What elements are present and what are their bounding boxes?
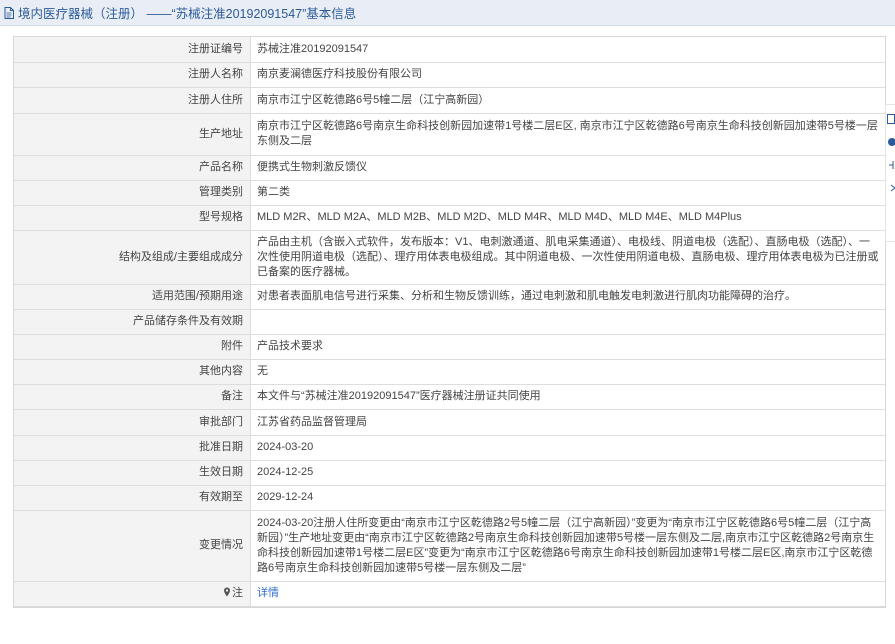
field-value: 南京麦澜德医疗科技股份有限公司: [250, 61, 885, 88]
field-value: 2024-12-25: [250, 459, 885, 486]
side-toolbar: [885, 104, 895, 242]
document-icon[interactable]: [887, 114, 895, 124]
table-row: 注册证编号 苏械注准20192091547: [14, 37, 885, 63]
field-value: 对患者表面肌电信号进行采集、分析和生物反馈训练，通过电刺激和肌电触发电刺激进行肌…: [250, 283, 885, 310]
table-row: 生效日期 2024-12-25: [14, 459, 885, 486]
table-row: 变更情况 2024-03-20注册人住所变更由“南京市江宁区乾德路2号5幢二层（江…: [14, 509, 885, 582]
field-label: 生产地址: [14, 112, 251, 156]
field-label: 适用范围/预期用途: [14, 283, 251, 310]
field-label: 审批部门: [14, 408, 251, 436]
page-title: 境内医疗器械（注册） ——“苏械注准20192091547”基本信息: [18, 7, 357, 21]
field-value: 南京市江宁区乾德路6号南京生命科技创新园加速带1号楼二层E区, 南京市江宁区乾德…: [250, 112, 885, 156]
field-label: 结构及组成/主要组成成分: [14, 229, 251, 285]
table-row: 型号规格 MLD M2R、MLD M2A、MLD M2B、MLD M2D、MLD …: [14, 204, 885, 231]
field-label: 产品储存条件及有效期: [14, 308, 251, 335]
field-value: 便携式生物刺激反馈仪: [250, 154, 885, 181]
field-label: 产品名称: [14, 154, 251, 181]
field-value: 产品由主机（含嵌入式软件，发布版本：V1、电刺激通道、肌电采集通道）、电极线、阴…: [250, 229, 885, 285]
note-value-cell: 详情: [250, 580, 885, 607]
field-label: 变更情况: [14, 509, 251, 582]
field-value: 无: [250, 358, 885, 385]
table-row-note: 注 详情: [14, 580, 885, 607]
table-row: 管理类别 第二类: [14, 179, 885, 206]
field-value: 江苏省药品监督管理局: [250, 408, 885, 436]
table-row: 审批部门 江苏省药品监督管理局: [14, 408, 885, 436]
field-label: 附件: [14, 333, 251, 360]
field-value: 南京市江宁区乾德路6号5幢二层（江宁高新园）: [250, 86, 885, 114]
field-label: 其他内容: [14, 358, 251, 385]
field-value: 2024-03-20注册人住所变更由“南京市江宁区乾德路2号5幢二层（江宁高新园…: [250, 509, 885, 582]
page-header: 境内医疗器械（注册） ——“苏械注准20192091547”基本信息: [0, 0, 895, 26]
field-value: 苏械注准20192091547: [250, 37, 885, 63]
field-label: 注册人住所: [14, 86, 251, 114]
field-label: 有效期至: [14, 484, 251, 511]
table-row: 产品储存条件及有效期: [14, 308, 885, 335]
field-value: 2024-03-20: [250, 434, 885, 461]
note-label: 注: [232, 587, 243, 599]
field-label: 注册证编号: [14, 37, 251, 63]
field-label: 管理类别: [14, 179, 251, 206]
field-label: 注册人名称: [14, 61, 251, 88]
table-row: 附件 产品技术要求: [14, 333, 885, 360]
field-value: 本文件与“苏械注准20192091547”医疗器械注册证共同使用: [250, 383, 885, 410]
table-row: 批准日期 2024-03-20: [14, 434, 885, 461]
info-table: 注册证编号 苏械注准20192091547 注册人名称 南京麦澜德医疗科技股份有限公司…: [14, 37, 885, 607]
field-value: 产品技术要求: [250, 333, 885, 360]
field-value: 第二类: [250, 179, 885, 206]
document-icon: [4, 6, 14, 19]
table-row: 生产地址 南京市江宁区乾德路6号南京生命科技创新园加速带1号楼二层E区, 南京市江…: [14, 112, 885, 156]
table-row: 注册人名称 南京麦澜德医疗科技股份有限公司: [14, 61, 885, 88]
note-label-cell: 注: [14, 580, 251, 607]
circle-icon[interactable]: [887, 137, 895, 147]
table-row: 产品名称 便携式生物刺激反馈仪: [14, 154, 885, 181]
field-label: 批准日期: [14, 434, 251, 461]
field-label: 生效日期: [14, 459, 251, 486]
field-value: MLD M2R、MLD M2A、MLD M2B、MLD M2D、MLD M4R、…: [250, 204, 885, 231]
info-panel: 注册证编号 苏械注准20192091547 注册人名称 南京麦澜德医疗科技股份有限公司…: [13, 36, 886, 608]
table-row: 备注 本文件与“苏械注准20192091547”医疗器械注册证共同使用: [14, 383, 885, 410]
table-row: 适用范围/预期用途 对患者表面肌电信号进行采集、分析和生物反馈训练，通过电刺激和肌…: [14, 283, 885, 310]
details-link[interactable]: 详情: [257, 587, 279, 599]
field-label: 备注: [14, 383, 251, 410]
close-icon[interactable]: [887, 183, 895, 193]
field-label: 型号规格: [14, 204, 251, 231]
share-icon[interactable]: [887, 160, 895, 170]
table-row: 有效期至 2029-12-24: [14, 484, 885, 511]
field-value: 2029-12-24: [250, 484, 885, 511]
table-row: 结构及组成/主要组成成分 产品由主机（含嵌入式软件，发布版本：V1、电刺激通道、肌…: [14, 229, 885, 285]
field-value: [250, 308, 885, 335]
pin-icon: [224, 587, 230, 597]
table-row: 注册人住所 南京市江宁区乾德路6号5幢二层（江宁高新园）: [14, 86, 885, 114]
table-row: 其他内容无: [14, 358, 885, 385]
